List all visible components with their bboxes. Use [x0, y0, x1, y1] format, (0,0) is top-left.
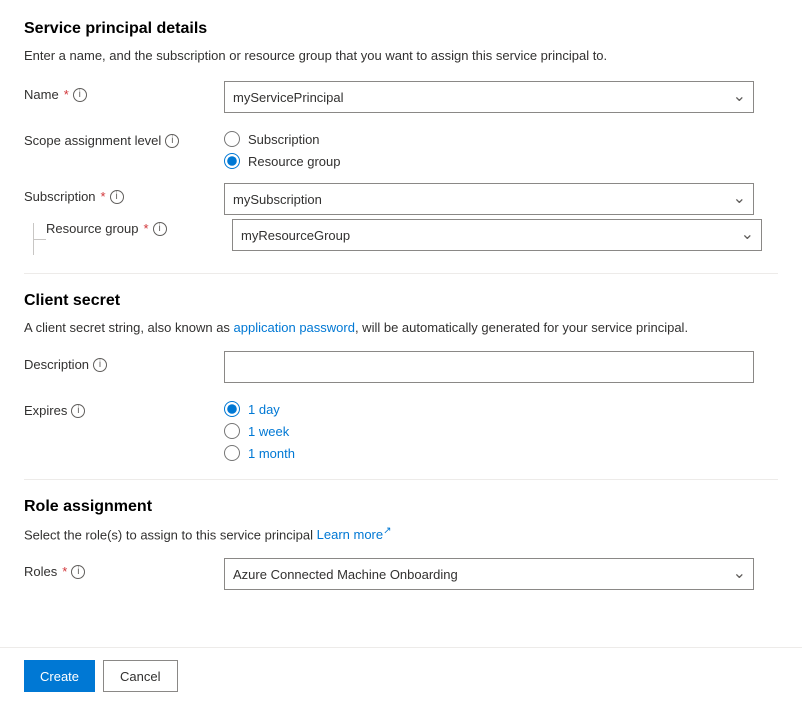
divider-2: [24, 479, 778, 480]
description-label: Description i: [24, 351, 224, 372]
description-control: [224, 351, 778, 383]
expires-1day-label: 1 day: [248, 402, 280, 417]
resource-group-label-text: Resource group: [46, 221, 139, 236]
role-assignment-title: Role assignment: [24, 498, 778, 516]
service-principal-desc: Enter a name, and the subscription or re…: [24, 48, 778, 63]
expires-1day-option[interactable]: 1 day: [224, 401, 778, 417]
expires-info-icon[interactable]: i: [71, 404, 85, 418]
expires-1month-label: 1 month: [248, 446, 295, 461]
service-principal-title: Service principal details: [24, 20, 778, 38]
external-link-icon: ↗: [383, 526, 391, 537]
name-dropdown[interactable]: myServicePrincipal: [224, 81, 754, 113]
learn-more-text: Learn more: [317, 527, 383, 542]
footer: Create Cancel: [0, 647, 802, 704]
resource-group-section: Resource group * i myResourceGroup: [24, 215, 778, 255]
roles-label-text: Roles: [24, 564, 57, 579]
resource-group-label: Resource group * i: [46, 215, 167, 236]
name-required: *: [64, 87, 69, 102]
role-assignment-desc: Select the role(s) to assign to this ser…: [24, 526, 778, 542]
resource-group-control: myResourceGroup: [232, 215, 778, 251]
subscription-select-wrapper: mySubscription: [224, 183, 754, 215]
subscription-label: Subscription * i: [24, 183, 224, 204]
cancel-button[interactable]: Cancel: [103, 660, 177, 692]
subscription-info-icon[interactable]: i: [110, 190, 124, 204]
expires-1week-option[interactable]: 1 week: [224, 423, 778, 439]
scope-radio-group: Subscription Resource group: [224, 127, 778, 169]
expires-1day-radio[interactable]: [224, 401, 240, 417]
roles-dropdown[interactable]: Azure Connected Machine Onboarding: [224, 558, 754, 590]
learn-more-link[interactable]: Learn more↗: [317, 527, 392, 542]
resource-group-select-wrapper: myResourceGroup: [232, 219, 762, 251]
scope-subscription-radio[interactable]: [224, 131, 240, 147]
client-secret-desc: A client secret string, also known as ap…: [24, 320, 778, 335]
scope-row: Scope assignment level i Subscription Re…: [24, 127, 778, 169]
roles-required: *: [62, 564, 67, 579]
roles-row: Roles * i Azure Connected Machine Onboard…: [24, 558, 778, 590]
scope-resource-group-label: Resource group: [248, 154, 341, 169]
expires-label: Expires i: [24, 397, 224, 418]
subscription-control: mySubscription: [224, 183, 778, 215]
name-row: Name * i myServicePrincipal: [24, 81, 778, 113]
client-secret-desc-plain: A client secret string, also known as: [24, 320, 234, 335]
roles-label: Roles * i: [24, 558, 224, 579]
client-secret-desc-end: , will be automatically generated for yo…: [355, 320, 688, 335]
roles-info-icon[interactable]: i: [71, 565, 85, 579]
description-label-text: Description: [24, 357, 89, 372]
scope-info-icon[interactable]: i: [165, 134, 179, 148]
expires-radio-group: 1 day 1 week 1 month: [224, 397, 778, 461]
name-label: Name * i: [24, 81, 224, 102]
create-button[interactable]: Create: [24, 660, 95, 692]
divider-1: [24, 273, 778, 274]
roles-select-wrapper: Azure Connected Machine Onboarding: [224, 558, 754, 590]
client-secret-link[interactable]: application password: [234, 320, 355, 335]
subscription-row: Subscription * i mySubscription: [24, 183, 778, 215]
name-label-text: Name: [24, 87, 59, 102]
subscription-dropdown[interactable]: mySubscription: [224, 183, 754, 215]
name-info-icon[interactable]: i: [73, 88, 87, 102]
description-row: Description i: [24, 351, 778, 383]
expires-1week-radio[interactable]: [224, 423, 240, 439]
subscription-label-text: Subscription: [24, 189, 96, 204]
scope-resource-group-radio[interactable]: [224, 153, 240, 169]
scope-subscription-label: Subscription: [248, 132, 320, 147]
resource-group-dropdown[interactable]: myResourceGroup: [232, 219, 762, 251]
role-assignment-desc-plain: Select the role(s) to assign to this ser…: [24, 527, 317, 542]
indent-horizontal: [34, 239, 46, 240]
resource-group-info-icon[interactable]: i: [153, 222, 167, 236]
description-input[interactable]: [224, 351, 754, 383]
scope-label: Scope assignment level i: [24, 127, 224, 148]
description-info-icon[interactable]: i: [93, 358, 107, 372]
name-select-wrapper: myServicePrincipal: [224, 81, 754, 113]
client-secret-title: Client secret: [24, 292, 778, 310]
name-control: myServicePrincipal: [224, 81, 778, 113]
expires-1month-radio[interactable]: [224, 445, 240, 461]
resource-group-indent-area: Resource group * i: [24, 215, 232, 255]
expires-label-text: Expires: [24, 403, 67, 418]
expires-1month-option[interactable]: 1 month: [224, 445, 778, 461]
roles-control: Azure Connected Machine Onboarding: [224, 558, 778, 590]
scope-resource-group-option[interactable]: Resource group: [224, 153, 778, 169]
scope-label-text: Scope assignment level: [24, 133, 161, 148]
expires-1week-label: 1 week: [248, 424, 289, 439]
subscription-required: *: [101, 189, 106, 204]
scope-subscription-option[interactable]: Subscription: [224, 131, 778, 147]
resource-group-required: *: [144, 221, 149, 236]
expires-row: Expires i 1 day 1 week 1 month: [24, 397, 778, 461]
